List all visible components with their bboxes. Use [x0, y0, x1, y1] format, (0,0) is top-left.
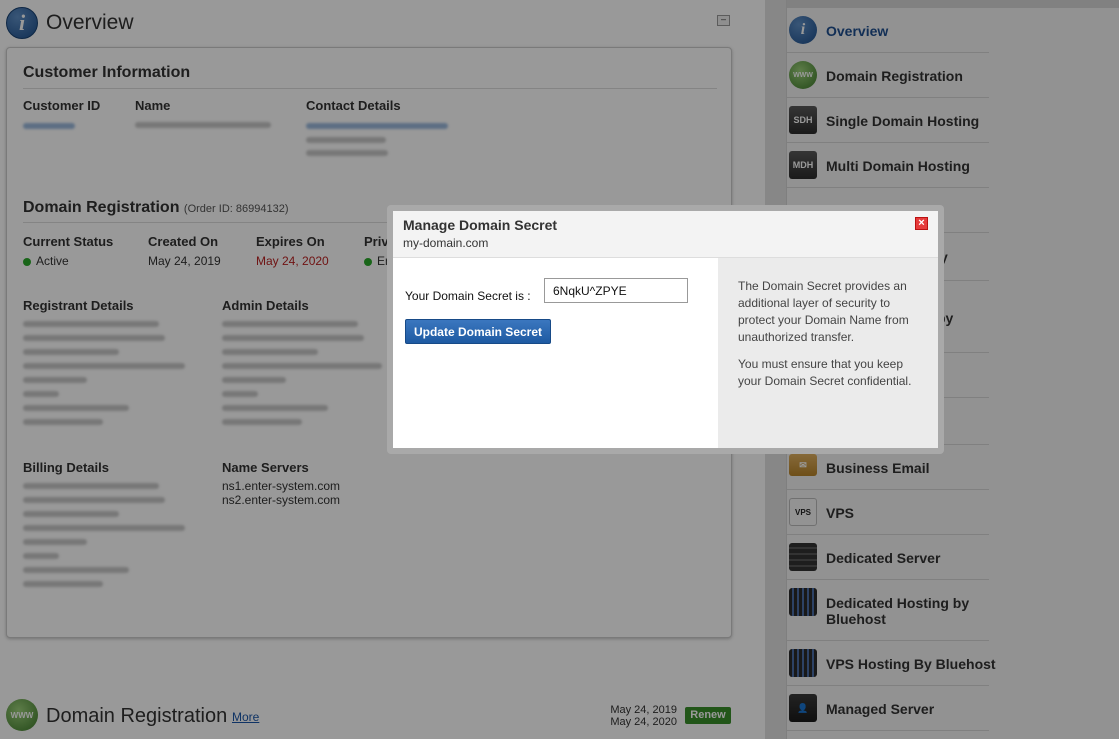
domain-secret-label: Your Domain Secret is :	[405, 289, 531, 303]
secret-info-paragraph-1: The Domain Secret provides an additional…	[738, 279, 909, 344]
manage-domain-secret-dialog: Manage Domain Secret my-domain.com × You…	[387, 205, 944, 454]
secret-info-paragraph-2: You must ensure that you keep your Domai…	[738, 357, 912, 388]
dialog-body: Manage Domain Secret my-domain.com × You…	[393, 211, 938, 448]
domain-secret-input[interactable]	[544, 278, 688, 303]
secret-info-panel: The Domain Secret provides an additional…	[718, 258, 938, 448]
dialog-header: Manage Domain Secret my-domain.com ×	[393, 211, 938, 258]
secret-form: Your Domain Secret is : Update Domain Se…	[393, 258, 718, 448]
update-domain-secret-button[interactable]: Update Domain Secret	[405, 319, 551, 344]
dialog-title: Manage Domain Secret	[403, 217, 558, 233]
dialog-domain-name: my-domain.com	[403, 236, 489, 250]
close-icon[interactable]: ×	[915, 217, 928, 230]
